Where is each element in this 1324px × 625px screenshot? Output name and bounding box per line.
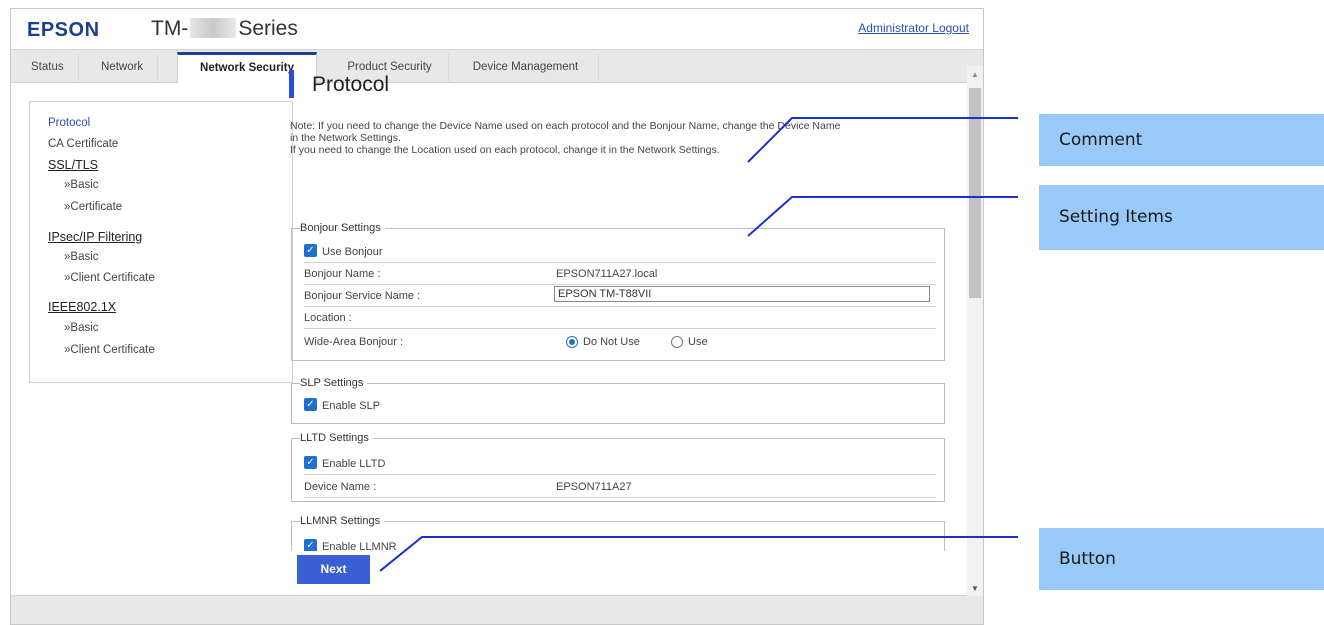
left-navigation: Protocol CA Certificate SSL/TLS »Basic »… xyxy=(29,101,293,383)
scroll-up-icon[interactable]: ▲ xyxy=(971,70,979,79)
wide-area-do-not-use-label: Do Not Use xyxy=(583,336,640,348)
bonjour-service-row: Bonjour Service Name : EPSON TM-T88VII xyxy=(304,285,936,307)
epson-logo: EPSON xyxy=(27,19,100,41)
lltd-device-name-row: Device Name : EPSON711A27 xyxy=(304,476,936,498)
wide-area-bonjour-label: Wide-Area Bonjour : xyxy=(304,336,404,348)
bonjour-service-name-input[interactable]: EPSON TM-T88VII xyxy=(554,286,930,302)
nav-protocol[interactable]: Protocol xyxy=(48,117,90,129)
nav-ieee-basic[interactable]: »Basic xyxy=(64,322,99,334)
wide-area-use-label: Use xyxy=(688,336,708,348)
administrator-logout-link[interactable]: Administrator Logout xyxy=(858,21,969,35)
enable-lltd-label: Enable LLTD xyxy=(322,458,386,470)
callout-setting-items: Setting Items xyxy=(1039,185,1324,250)
lltd-settings-legend: LLTD Settings xyxy=(300,432,373,444)
main-tabs: Status Network Network Security Product … xyxy=(11,49,983,84)
bonjour-service-label: Bonjour Service Name : xyxy=(304,290,421,302)
next-button[interactable]: Next xyxy=(297,555,370,584)
callout-comment: Comment xyxy=(1039,114,1324,166)
bonjour-name-label: Bonjour Name : xyxy=(304,268,381,280)
lltd-device-name-value: EPSON711A27 xyxy=(556,481,632,493)
scroll-thumb[interactable] xyxy=(969,88,981,298)
nav-ieee-client-certificate[interactable]: »Client Certificate xyxy=(64,344,155,356)
enable-slp-checkbox[interactable]: ✓ xyxy=(304,398,317,411)
callout-button: Button xyxy=(1039,528,1324,590)
wide-area-bonjour-row: Wide-Area Bonjour : Do Not Use Use xyxy=(304,331,936,353)
note-line-2: in the Network Settings. xyxy=(290,132,401,144)
tab-status[interactable]: Status xyxy=(17,54,79,84)
tab-network[interactable]: Network xyxy=(87,54,159,84)
nav-ipsec-ip-filtering[interactable]: IPsec/IP Filtering xyxy=(48,230,142,244)
enable-llmnr-label: Enable LLMNR xyxy=(322,541,397,551)
redacted-model-number xyxy=(190,18,237,38)
location-label: Location : xyxy=(304,312,352,324)
enable-lltd-row: ✓ Enable LLTD xyxy=(304,453,936,475)
slp-settings-legend: SLP Settings xyxy=(300,377,368,389)
bonjour-settings-legend: Bonjour Settings xyxy=(300,222,385,234)
status-bar xyxy=(11,595,983,624)
wide-area-do-not-use-radio[interactable] xyxy=(566,336,578,348)
model-suffix: Series xyxy=(238,17,298,40)
note-comment: Note: If you need to change the Device N… xyxy=(290,120,970,156)
tab-device-management[interactable]: Device Management xyxy=(453,54,599,84)
llmnr-settings-legend: LLMNR Settings xyxy=(300,515,385,527)
location-row: Location : xyxy=(304,307,936,329)
model-title: TM- Series xyxy=(151,17,298,41)
enable-slp-label: Enable SLP xyxy=(322,400,381,412)
nav-ieee8021x[interactable]: IEEE802.1X xyxy=(48,300,116,314)
page-header: EPSON TM- Series Administrator Logout xyxy=(11,9,983,49)
use-bonjour-row: ✓ Use Bonjour xyxy=(304,241,936,263)
enable-slp-row: ✓ Enable SLP xyxy=(304,395,936,417)
nav-ipsec-client-certificate[interactable]: »Client Certificate xyxy=(64,272,155,284)
nav-ssl-tls[interactable]: SSL/TLS xyxy=(48,158,98,172)
enable-lltd-checkbox[interactable]: ✓ xyxy=(304,456,317,469)
note-line-3: If you need to change the Location used … xyxy=(290,144,720,156)
scroll-down-icon[interactable]: ▼ xyxy=(971,584,979,593)
nav-ssl-basic[interactable]: »Basic xyxy=(64,179,99,191)
title-accent-bar xyxy=(289,70,294,98)
use-bonjour-checkbox[interactable]: ✓ xyxy=(304,244,317,257)
bonjour-name-row: Bonjour Name : EPSON711A27.local xyxy=(304,263,936,285)
model-prefix: TM- xyxy=(151,17,189,40)
nav-ipsec-basic[interactable]: »Basic xyxy=(64,251,99,263)
note-line-1: Note: If you need to change the Device N… xyxy=(290,120,841,132)
lltd-device-name-label: Device Name : xyxy=(304,481,377,493)
use-bonjour-label: Use Bonjour xyxy=(322,246,383,258)
nav-ssl-certificate[interactable]: »Certificate xyxy=(64,201,122,213)
tab-network-security[interactable]: Network Security xyxy=(177,52,317,84)
enable-llmnr-row: ✓ Enable LLMNR xyxy=(304,536,936,551)
nav-ca-certificate[interactable]: CA Certificate xyxy=(48,138,118,150)
page-title: Protocol xyxy=(312,73,390,96)
wide-area-use-radio[interactable] xyxy=(671,336,683,348)
bonjour-name-value: EPSON711A27.local xyxy=(556,268,658,280)
enable-llmnr-checkbox[interactable]: ✓ xyxy=(304,539,317,551)
